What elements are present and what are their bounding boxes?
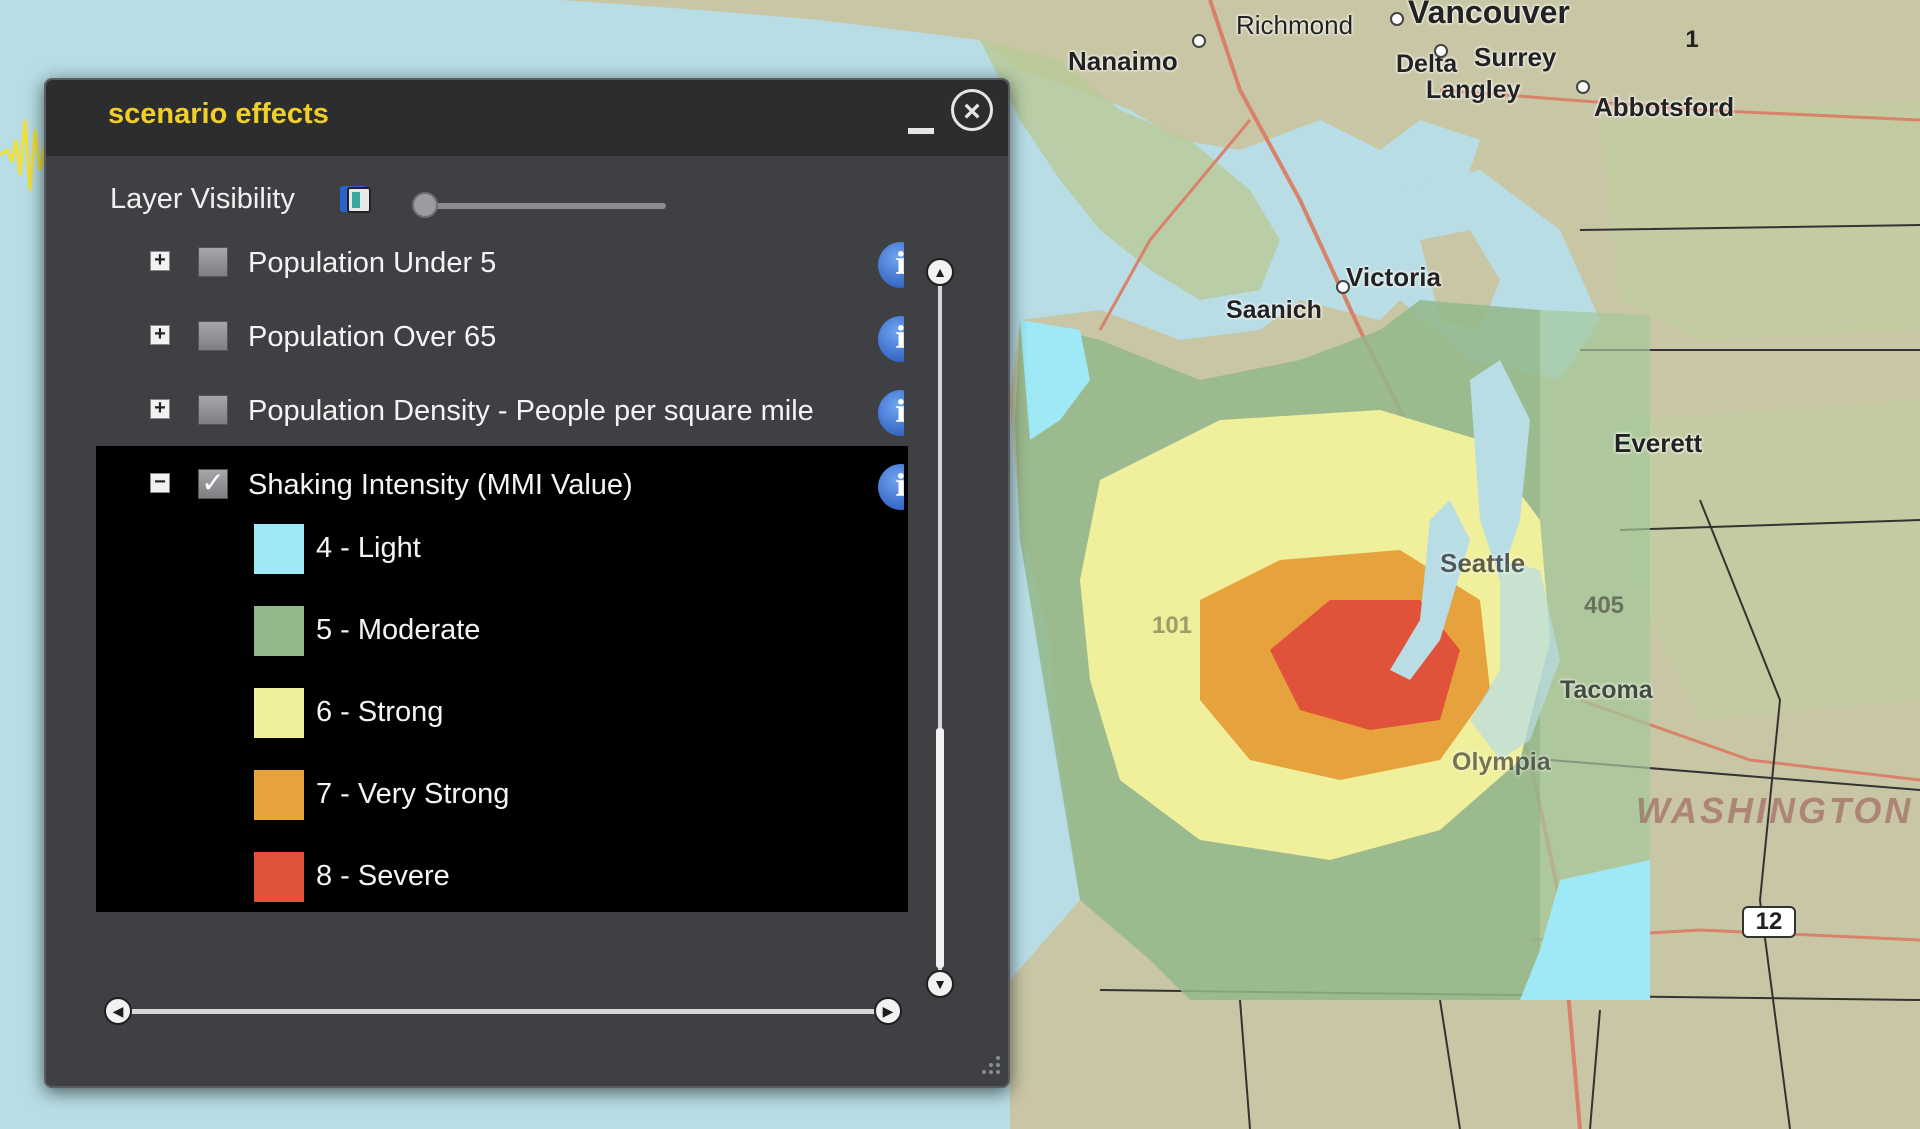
- layer-row-shaking-intensity[interactable]: − ✓ Shaking Intensity (MMI Value): [46, 457, 908, 517]
- city-label-victoria: Victoria: [1346, 262, 1441, 292]
- expand-icon[interactable]: +: [150, 398, 170, 419]
- city-label-surrey: Surrey: [1474, 42, 1557, 72]
- city-marker: [1192, 34, 1206, 48]
- resize-grip-icon[interactable]: [976, 1050, 1002, 1076]
- layer-visibility-icon: [340, 186, 371, 213]
- expand-icon[interactable]: +: [150, 250, 170, 271]
- scroll-down-icon[interactable]: ▼: [926, 970, 954, 998]
- city-label-langley: Langley: [1426, 76, 1521, 104]
- legend-label: 5 - Moderate: [316, 614, 481, 646]
- legend-label: 6 - Strong: [316, 696, 444, 728]
- legend-swatch: [254, 524, 304, 574]
- layer-checkbox[interactable]: [198, 395, 228, 425]
- city-marker: [1576, 80, 1590, 94]
- city-label-nanaimo: Nanaimo: [1068, 46, 1178, 76]
- opacity-slider-knob[interactable]: [412, 192, 438, 218]
- city-label-vancouver: Vancouver: [1408, 0, 1570, 30]
- legend-swatch: [254, 770, 304, 820]
- scroll-up-icon[interactable]: ▲: [926, 258, 954, 286]
- city-label-seattle: Seattle: [1440, 548, 1526, 578]
- layer-checkbox[interactable]: [198, 247, 228, 277]
- city-label-everett: Everett: [1614, 428, 1703, 458]
- legend-swatch: [254, 688, 304, 738]
- layer-visibility-label: Layer Visibility: [110, 183, 295, 215]
- minimize-icon[interactable]: [908, 128, 934, 134]
- layer-label: Population Density - People per square m…: [248, 395, 814, 427]
- expand-icon[interactable]: +: [150, 324, 170, 345]
- info-icon[interactable]: i: [878, 316, 904, 362]
- legend-swatch: [254, 852, 304, 902]
- panel-titlebar[interactable]: scenario effects ×: [46, 80, 1008, 156]
- scroll-left-icon[interactable]: ◀: [104, 997, 132, 1025]
- scrollbar-thumb[interactable]: [936, 728, 944, 968]
- city-label-delta: Delta: [1396, 50, 1458, 78]
- highway-shield-101: 101: [1151, 612, 1193, 639]
- city-marker: [1336, 280, 1350, 294]
- layer-label: Population Over 65: [248, 321, 497, 353]
- info-icon[interactable]: i: [878, 242, 904, 288]
- layer-row-population-under-5[interactable]: + Population Under 5: [46, 235, 908, 295]
- panel-title: scenario effects: [108, 98, 329, 130]
- city-label-abbotsford: Abbotsford: [1594, 92, 1735, 122]
- horizontal-scrollbar[interactable]: ◀ ▶: [104, 994, 904, 1028]
- scrollbar-track[interactable]: [124, 1009, 884, 1014]
- city-marker: [1434, 44, 1448, 58]
- city-label-saanich: Saanich: [1226, 296, 1322, 324]
- layer-row-population-over-65[interactable]: + Population Over 65: [46, 309, 908, 369]
- layer-row-population-density[interactable]: + Population Density - People per square…: [46, 383, 908, 443]
- highway-shield-405: 405: [1583, 592, 1625, 619]
- layer-checkbox[interactable]: [198, 321, 228, 351]
- collapse-icon[interactable]: −: [150, 472, 170, 493]
- info-buttons-column: i i i i: [876, 235, 904, 535]
- info-icon[interactable]: i: [878, 390, 904, 436]
- vertical-scrollbar[interactable]: ▲ ▼: [923, 258, 957, 998]
- info-icon[interactable]: i: [878, 464, 904, 510]
- scenario-effects-panel[interactable]: scenario effects × Layer Visibility + Po…: [44, 78, 1010, 1088]
- scroll-right-icon[interactable]: ▶: [874, 997, 902, 1025]
- highway-shield-1: 1: [1685, 26, 1699, 53]
- highway-shield-12: 12: [1742, 906, 1796, 938]
- layer-label: Population Under 5: [248, 247, 497, 279]
- layer-checkbox-checked[interactable]: ✓: [198, 469, 228, 499]
- close-icon[interactable]: ×: [951, 89, 993, 131]
- opacity-slider-track[interactable]: [416, 203, 666, 209]
- legend-label: 8 - Severe: [316, 860, 450, 892]
- legend-label: 7 - Very Strong: [316, 778, 510, 810]
- layer-label: Shaking Intensity (MMI Value): [248, 469, 633, 501]
- region-label: WASHINGTON: [1636, 790, 1914, 831]
- city-label-tacoma: Tacoma: [1560, 676, 1653, 704]
- city-marker: [1390, 12, 1404, 26]
- city-label-olympia: Olympia: [1452, 748, 1551, 776]
- city-label-richmond: Richmond: [1236, 10, 1354, 40]
- legend-label: 4 - Light: [316, 532, 421, 564]
- legend-swatch: [254, 606, 304, 656]
